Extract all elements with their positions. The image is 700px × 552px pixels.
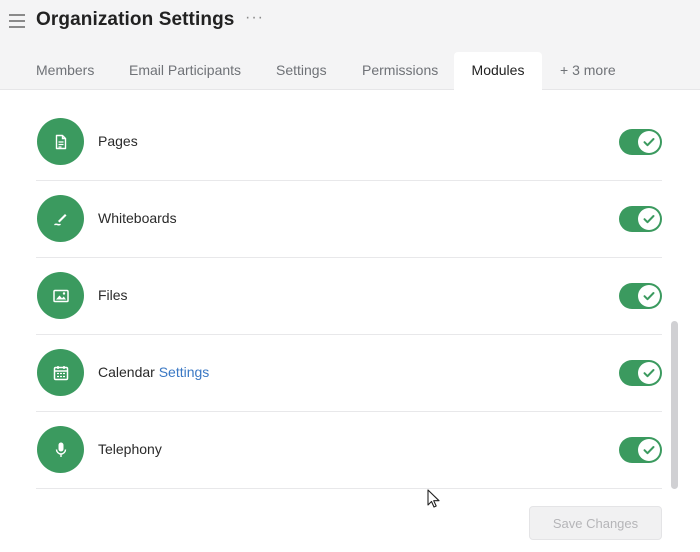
whiteboards-toggle[interactable] — [619, 206, 662, 232]
save-changes-button[interactable]: Save Changes — [529, 506, 662, 540]
tab-settings[interactable]: Settings — [258, 52, 345, 90]
module-row-telephony: Telephony — [36, 412, 662, 489]
scrollbar-thumb[interactable] — [671, 321, 678, 489]
module-row-pages: Pages — [36, 104, 662, 181]
mouse-cursor-icon — [427, 489, 441, 509]
tab-members[interactable]: Members — [18, 52, 112, 90]
module-label: Pages — [98, 133, 138, 149]
check-icon — [638, 362, 660, 384]
module-label: Whiteboards — [98, 210, 177, 226]
page-title: Organization Settings — [36, 9, 235, 30]
check-icon — [638, 131, 660, 153]
header-bar: Organization Settings ··· Members Email … — [0, 0, 700, 91]
telephony-toggle[interactable] — [619, 437, 662, 463]
microphone-icon — [37, 426, 84, 473]
module-label: Calendar Settings — [98, 364, 210, 380]
modules-list: Pages Whiteboards Files Calendar Setting… — [36, 104, 662, 489]
pages-toggle[interactable] — [619, 129, 662, 155]
module-row-files: Files — [36, 258, 662, 335]
image-icon — [37, 272, 84, 319]
module-label: Telephony — [98, 441, 162, 457]
check-icon — [638, 285, 660, 307]
files-toggle[interactable] — [619, 283, 662, 309]
calendar-icon — [37, 349, 84, 396]
calendar-toggle[interactable] — [619, 360, 662, 386]
more-options-icon[interactable]: ··· — [245, 9, 264, 27]
document-icon — [37, 118, 84, 165]
hamburger-menu-icon[interactable] — [9, 13, 25, 29]
tab-bar: Members Email Participants Settings Perm… — [0, 52, 700, 91]
check-icon — [638, 208, 660, 230]
module-row-calendar: Calendar Settings — [36, 335, 662, 412]
pen-icon — [37, 195, 84, 242]
tab-modules[interactable]: Modules — [454, 52, 542, 91]
tab-more[interactable]: + 3 more — [542, 52, 634, 90]
tab-permissions[interactable]: Permissions — [344, 52, 456, 90]
module-label: Files — [98, 287, 128, 303]
module-row-whiteboards: Whiteboards — [36, 181, 662, 258]
tab-email-participants[interactable]: Email Participants — [111, 52, 259, 90]
check-icon — [638, 439, 660, 461]
calendar-settings-link[interactable]: Settings — [159, 364, 210, 380]
